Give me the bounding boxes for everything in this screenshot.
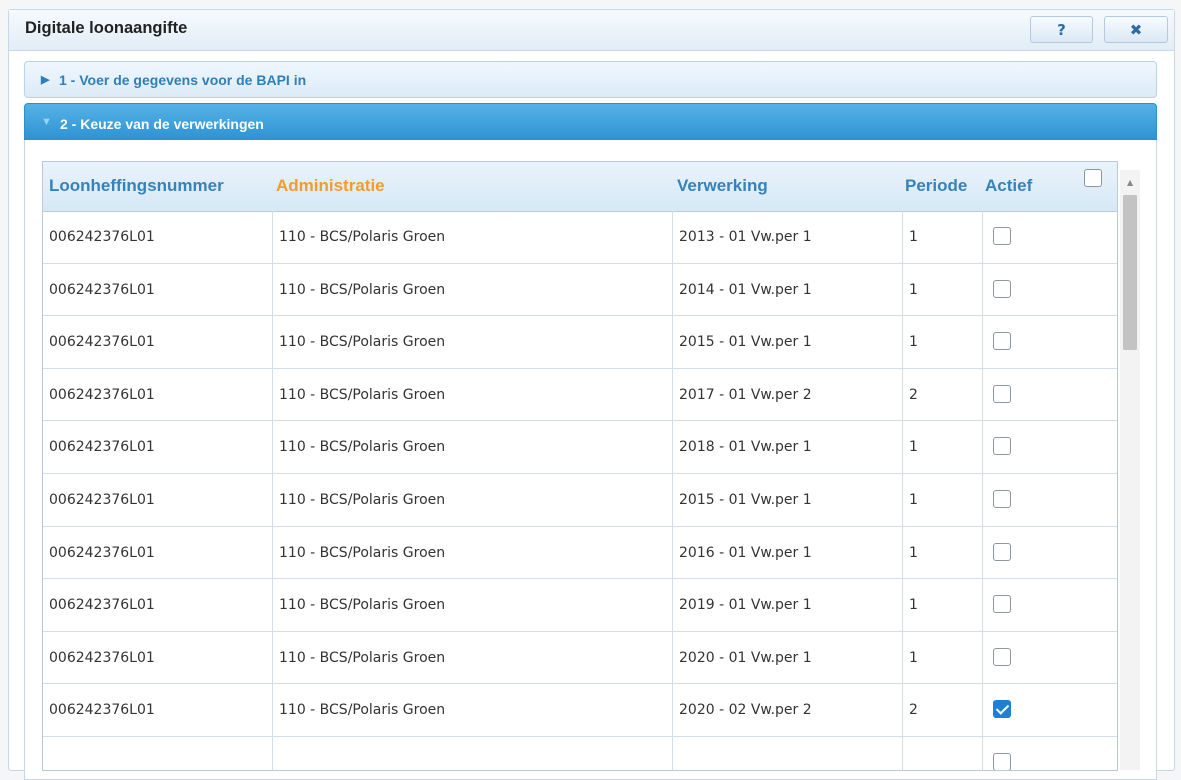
actief-checkbox[interactable] — [993, 647, 1011, 666]
dialog-title: Digitale loonaangifte — [25, 19, 188, 37]
cell-administratie: 110 - BCS/Polaris Groen — [273, 631, 673, 684]
cell-periode: 2 — [903, 684, 983, 736]
actief-checkbox[interactable] — [993, 542, 1011, 561]
table-row[interactable] — [43, 736, 1117, 770]
cell-periode: 1 — [903, 316, 983, 368]
cell-verwerking: 2015 - 01 Vw.per 1 — [673, 473, 903, 526]
scroll-up-arrow-icon[interactable]: ▲ — [1127, 178, 1133, 187]
actief-checkbox[interactable] — [993, 752, 1011, 770]
actief-checkbox[interactable] — [993, 489, 1011, 508]
cell-periode: 1 — [903, 473, 983, 526]
table-row[interactable]: 006242376L01 110 - BCS/Polaris Groen 2018 … — [43, 421, 1117, 474]
cell-verwerking: 2020 - 02 Vw.per 2 — [673, 684, 903, 736]
actief-checkbox[interactable] — [993, 437, 1011, 456]
caret-right-icon: ▶ — [41, 74, 50, 86]
table-row[interactable]: 006242376L01 110 - BCS/Polaris Groen 2014 … — [43, 263, 1117, 317]
cell-administratie — [273, 736, 673, 770]
cell-periode: 1 — [903, 211, 983, 263]
dialog-titlebar: Digitale loonaangifte ? ✖ — [9, 10, 1174, 51]
cell-administratie: 110 - BCS/Polaris Groen — [273, 526, 673, 579]
column-header-loonheffingsnummer[interactable]: Loonheffingsnummer — [49, 176, 224, 196]
cell-loonheffingsnummer: 006242376L01 — [43, 631, 273, 684]
column-header-actief[interactable]: Actief — [985, 176, 1032, 196]
accordion-step-1-label: 1 - Voer de gegevens voor de BAPI in — [59, 72, 307, 88]
close-button[interactable]: ✖ — [1104, 16, 1168, 43]
actief-checkbox[interactable] — [993, 279, 1011, 298]
cell-loonheffingsnummer — [43, 736, 273, 770]
cell-loonheffingsnummer: 006242376L01 — [43, 316, 273, 368]
cell-verwerking: 2013 - 01 Vw.per 1 — [673, 211, 903, 263]
cell-periode: 1 — [903, 579, 983, 631]
select-all-checkbox[interactable] — [1084, 169, 1102, 187]
actief-checkbox[interactable] — [993, 700, 1011, 719]
cell-loonheffingsnummer: 006242376L01 — [43, 368, 273, 421]
cell-periode: 2 — [903, 368, 983, 421]
close-icon: ✖ — [1129, 21, 1143, 39]
cell-verwerking: 2016 - 01 Vw.per 1 — [673, 526, 903, 579]
table-row[interactable]: 006242376L01 110 - BCS/Polaris Groen 2013 … — [43, 211, 1117, 264]
table-row[interactable]: 006242376L01 110 - BCS/Polaris Groen 2017 … — [43, 368, 1117, 422]
cell-verwerking: 2020 - 01 Vw.per 1 — [673, 631, 903, 684]
cell-administratie: 110 - BCS/Polaris Groen — [273, 684, 673, 736]
actief-checkbox[interactable] — [993, 332, 1011, 351]
table-row[interactable]: 006242376L01 110 - BCS/Polaris Groen 2020 … — [43, 684, 1117, 737]
cell-loonheffingsnummer: 006242376L01 — [43, 526, 273, 579]
cell-verwerking: 2018 - 01 Vw.per 1 — [673, 421, 903, 473]
cell-loonheffingsnummer: 006242376L01 — [43, 684, 273, 736]
cell-loonheffingsnummer: 006242376L01 — [43, 473, 273, 526]
cell-loonheffingsnummer: 006242376L01 — [43, 263, 273, 316]
cell-verwerking: 2015 - 01 Vw.per 1 — [673, 316, 903, 368]
cell-loonheffingsnummer: 006242376L01 — [43, 211, 273, 263]
dialog-window: Digitale loonaangifte ? ✖ ▶ 1 - Voer de … — [8, 9, 1175, 780]
table-row[interactable]: 006242376L01 110 - BCS/Polaris Groen 2015 … — [43, 316, 1117, 369]
help-icon: ? — [1057, 21, 1066, 39]
grid-header: Loonheffingsnummer Administratie Verwerk… — [43, 162, 1117, 212]
cell-administratie: 110 - BCS/Polaris Groen — [273, 368, 673, 421]
cell-administratie: 110 - BCS/Polaris Groen — [273, 316, 673, 368]
cell-verwerking: 2017 - 01 Vw.per 2 — [673, 368, 903, 421]
actief-checkbox[interactable] — [993, 227, 1011, 245]
accordion-step-2-label: 2 - Keuze van de verwerkingen — [60, 116, 264, 132]
column-header-administratie[interactable]: Administratie — [276, 176, 385, 196]
cell-loonheffingsnummer: 006242376L01 — [43, 421, 273, 473]
help-button[interactable]: ? — [1030, 16, 1093, 43]
cell-periode: 1 — [903, 631, 983, 684]
cell-administratie: 110 - BCS/Polaris Groen — [273, 579, 673, 631]
cell-administratie: 110 - BCS/Polaris Groen — [273, 263, 673, 316]
cell-verwerking: 2019 - 01 Vw.per 1 — [673, 579, 903, 631]
scrollbar-thumb[interactable] — [1123, 195, 1137, 350]
grid-body: 006242376L01 110 - BCS/Polaris Groen 2013 … — [43, 211, 1117, 770]
cell-periode: 1 — [903, 421, 983, 473]
cell-loonheffingsnummer: 006242376L01 — [43, 579, 273, 631]
accordion-step-1-header[interactable]: ▶ 1 - Voer de gegevens voor de BAPI in — [24, 61, 1157, 98]
accordion-step-2-header[interactable]: ▼ 2 - Keuze van de verwerkingen — [24, 103, 1157, 140]
cell-periode: 1 — [903, 526, 983, 579]
table-row[interactable]: 006242376L01 110 - BCS/Polaris Groen 2019 … — [43, 579, 1117, 632]
table-row[interactable]: 006242376L01 110 - BCS/Polaris Groen 2015 … — [43, 473, 1117, 527]
cell-administratie: 110 - BCS/Polaris Groen — [273, 421, 673, 473]
cell-periode — [903, 736, 983, 770]
table-row[interactable]: 006242376L01 110 - BCS/Polaris Groen 2020 … — [43, 631, 1117, 685]
table-row[interactable]: 006242376L01 110 - BCS/Polaris Groen 2016 … — [43, 526, 1117, 580]
background-breadcrumb — [0, 0, 1181, 6]
column-header-verwerking[interactable]: Verwerking — [677, 176, 768, 196]
verwerkingen-grid: Loonheffingsnummer Administratie Verwerk… — [42, 161, 1118, 771]
cell-periode: 1 — [903, 263, 983, 316]
actief-checkbox[interactable] — [993, 384, 1011, 403]
actief-checkbox[interactable] — [993, 595, 1011, 614]
cell-administratie: 110 - BCS/Polaris Groen — [273, 473, 673, 526]
caret-down-icon: ▼ — [41, 116, 52, 128]
cell-administratie: 110 - BCS/Polaris Groen — [273, 211, 673, 263]
column-header-periode[interactable]: Periode — [905, 176, 967, 196]
cell-verwerking: 2014 - 01 Vw.per 1 — [673, 263, 903, 316]
cell-verwerking — [673, 736, 903, 770]
